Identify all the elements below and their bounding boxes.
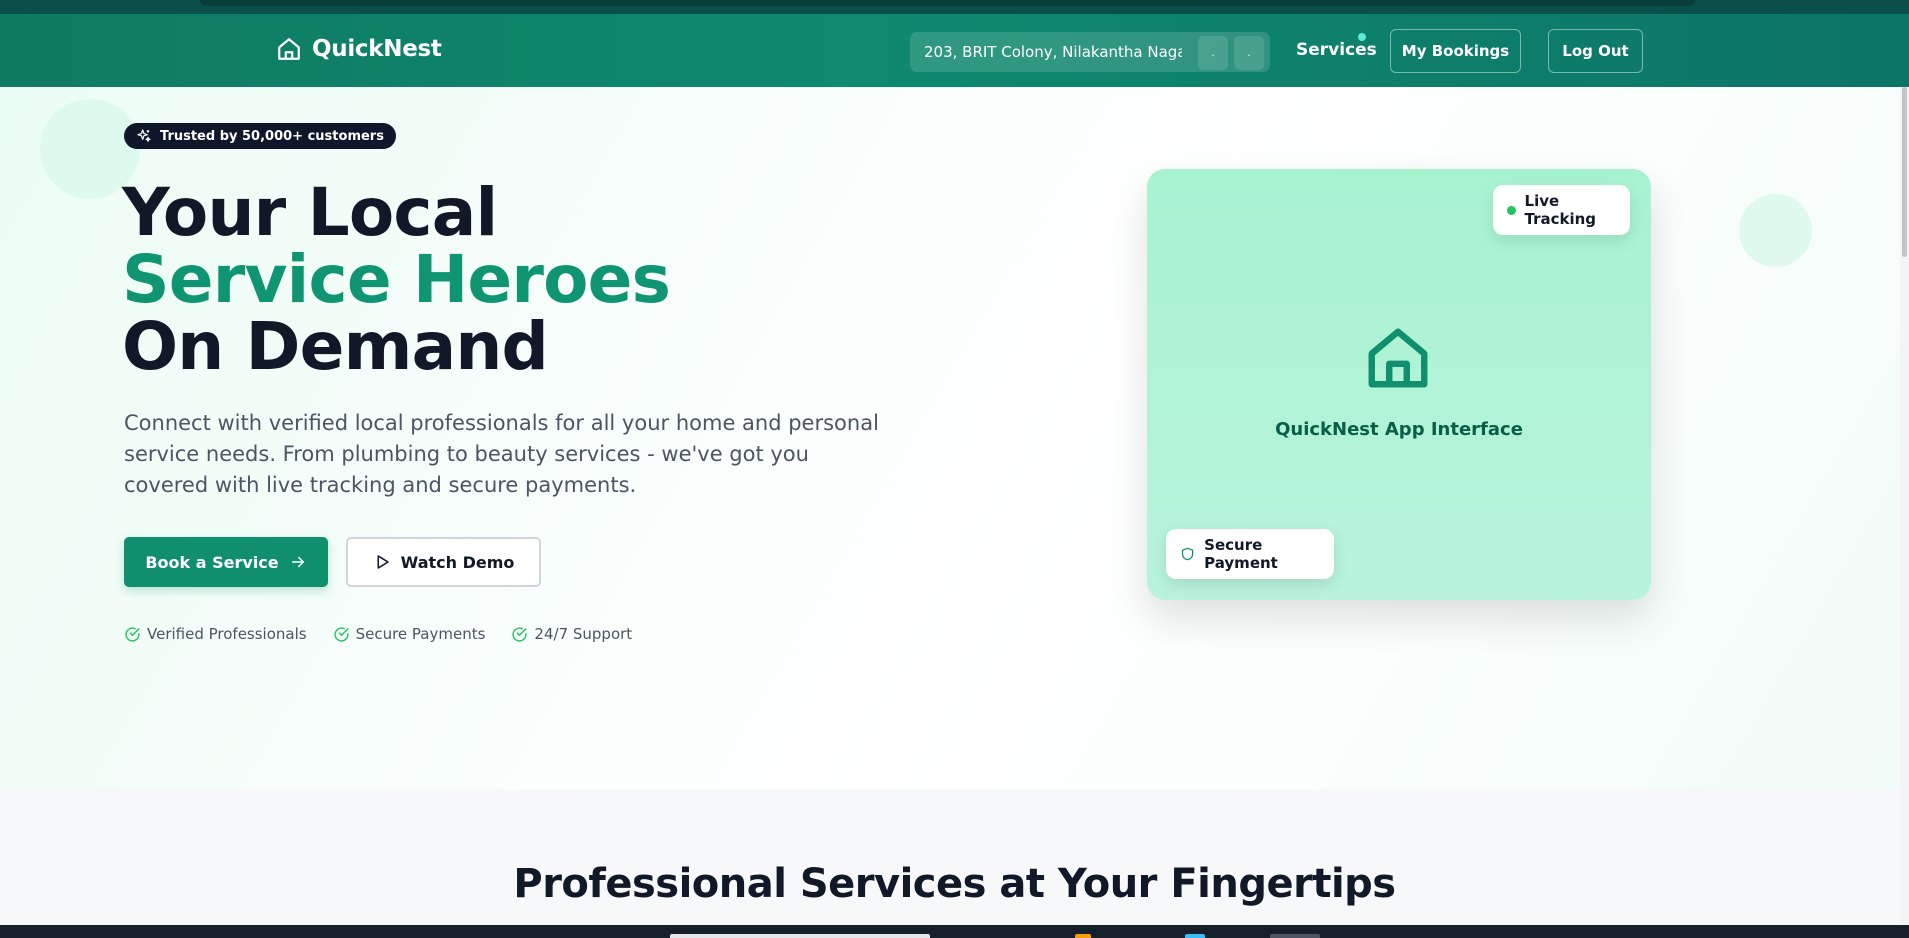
feature-item: 24/7 Support	[511, 625, 632, 643]
nav-services-link[interactable]: Services	[1296, 40, 1377, 60]
feature-label: Secure Payments	[355, 625, 486, 643]
check-circle-icon	[125, 626, 140, 642]
feature-item: Secure Payments	[333, 625, 486, 643]
headline-line-3: On Demand	[122, 308, 549, 385]
page-scrollbar[interactable]	[1900, 87, 1909, 925]
hero-section: Trusted by 50,000+ customers Your Local …	[0, 87, 1909, 789]
decorative-circle	[1739, 194, 1812, 267]
address-edit-button[interactable]: .	[1198, 36, 1228, 70]
book-service-label: Book a Service	[145, 552, 279, 572]
logout-button[interactable]: Log Out	[1548, 29, 1643, 73]
shield-icon	[1181, 547, 1194, 561]
scrollbar-thumb[interactable]	[1902, 87, 1907, 257]
live-status-dot	[1507, 205, 1516, 215]
feature-label: 24/7 Support	[534, 625, 633, 643]
hero-subtitle: Connect with verified local professional…	[124, 411, 879, 497]
services-section: Professional Services at Your Fingertips	[0, 789, 1909, 925]
headline-line-1: Your Local	[122, 174, 498, 251]
trust-badge-text: Trusted by 50,000+ customers	[160, 128, 384, 144]
check-circle-icon	[334, 626, 349, 642]
taskbar-strip	[0, 925, 1909, 938]
book-service-button[interactable]: Book a Service	[124, 537, 328, 587]
watch-demo-button[interactable]: Watch Demo	[346, 537, 541, 587]
check-circle-icon	[512, 626, 528, 642]
taskbar-app-icon[interactable]	[1075, 934, 1091, 938]
secure-payment-chip: Secure Payment	[1166, 529, 1334, 579]
arrow-right-icon	[291, 556, 304, 568]
hero-headline: Your Local Service Heroes On Demand	[122, 174, 671, 385]
address-selector[interactable]: 203, BRIT Colony, Nilakantha Nagar, I . …	[910, 32, 1270, 72]
trust-badge: Trusted by 50,000+ customers	[124, 123, 396, 149]
live-tracking-label: Live Tracking	[1524, 192, 1597, 228]
headline-line-2: Service Heroes	[122, 241, 671, 318]
address-locate-button[interactable]: .	[1234, 36, 1264, 70]
watch-demo-label: Watch Demo	[400, 552, 515, 572]
my-bookings-button[interactable]: My Bookings	[1390, 29, 1521, 73]
taskbar-app-icon[interactable]	[1270, 934, 1320, 938]
feature-list: Verified Professionals Secure Payments 2…	[124, 625, 632, 643]
browser-top-strip	[0, 0, 1909, 14]
browser-tab-strip	[200, 0, 1695, 6]
live-tracking-chip: Live Tracking	[1493, 185, 1630, 235]
secure-payment-label: Secure Payment	[1204, 536, 1278, 572]
navbar: QuickNest 203, BRIT Colony, Nilakantha N…	[0, 14, 1909, 87]
home-icon	[1368, 328, 1428, 388]
taskbar-search[interactable]	[670, 934, 930, 938]
app-preview-card: Live Tracking QuickNest App Interface Se…	[1147, 169, 1651, 600]
feature-item: Verified Professionals	[124, 625, 307, 643]
notification-dot	[1358, 33, 1366, 41]
play-icon	[377, 555, 389, 569]
services-heading: Professional Services at Your Fingertips	[513, 861, 1396, 907]
brand-name: QuickNest	[312, 36, 442, 62]
app-interface-label: QuickNest App Interface	[1275, 419, 1523, 440]
home-icon	[278, 38, 300, 60]
address-text: 203, BRIT Colony, Nilakantha Nagar, I	[924, 43, 1182, 61]
taskbar-app-icon[interactable]	[1185, 934, 1205, 938]
feature-label: Verified Professionals	[147, 625, 307, 643]
brand-logo[interactable]: QuickNest	[276, 36, 442, 62]
sparkles-icon	[137, 129, 151, 142]
